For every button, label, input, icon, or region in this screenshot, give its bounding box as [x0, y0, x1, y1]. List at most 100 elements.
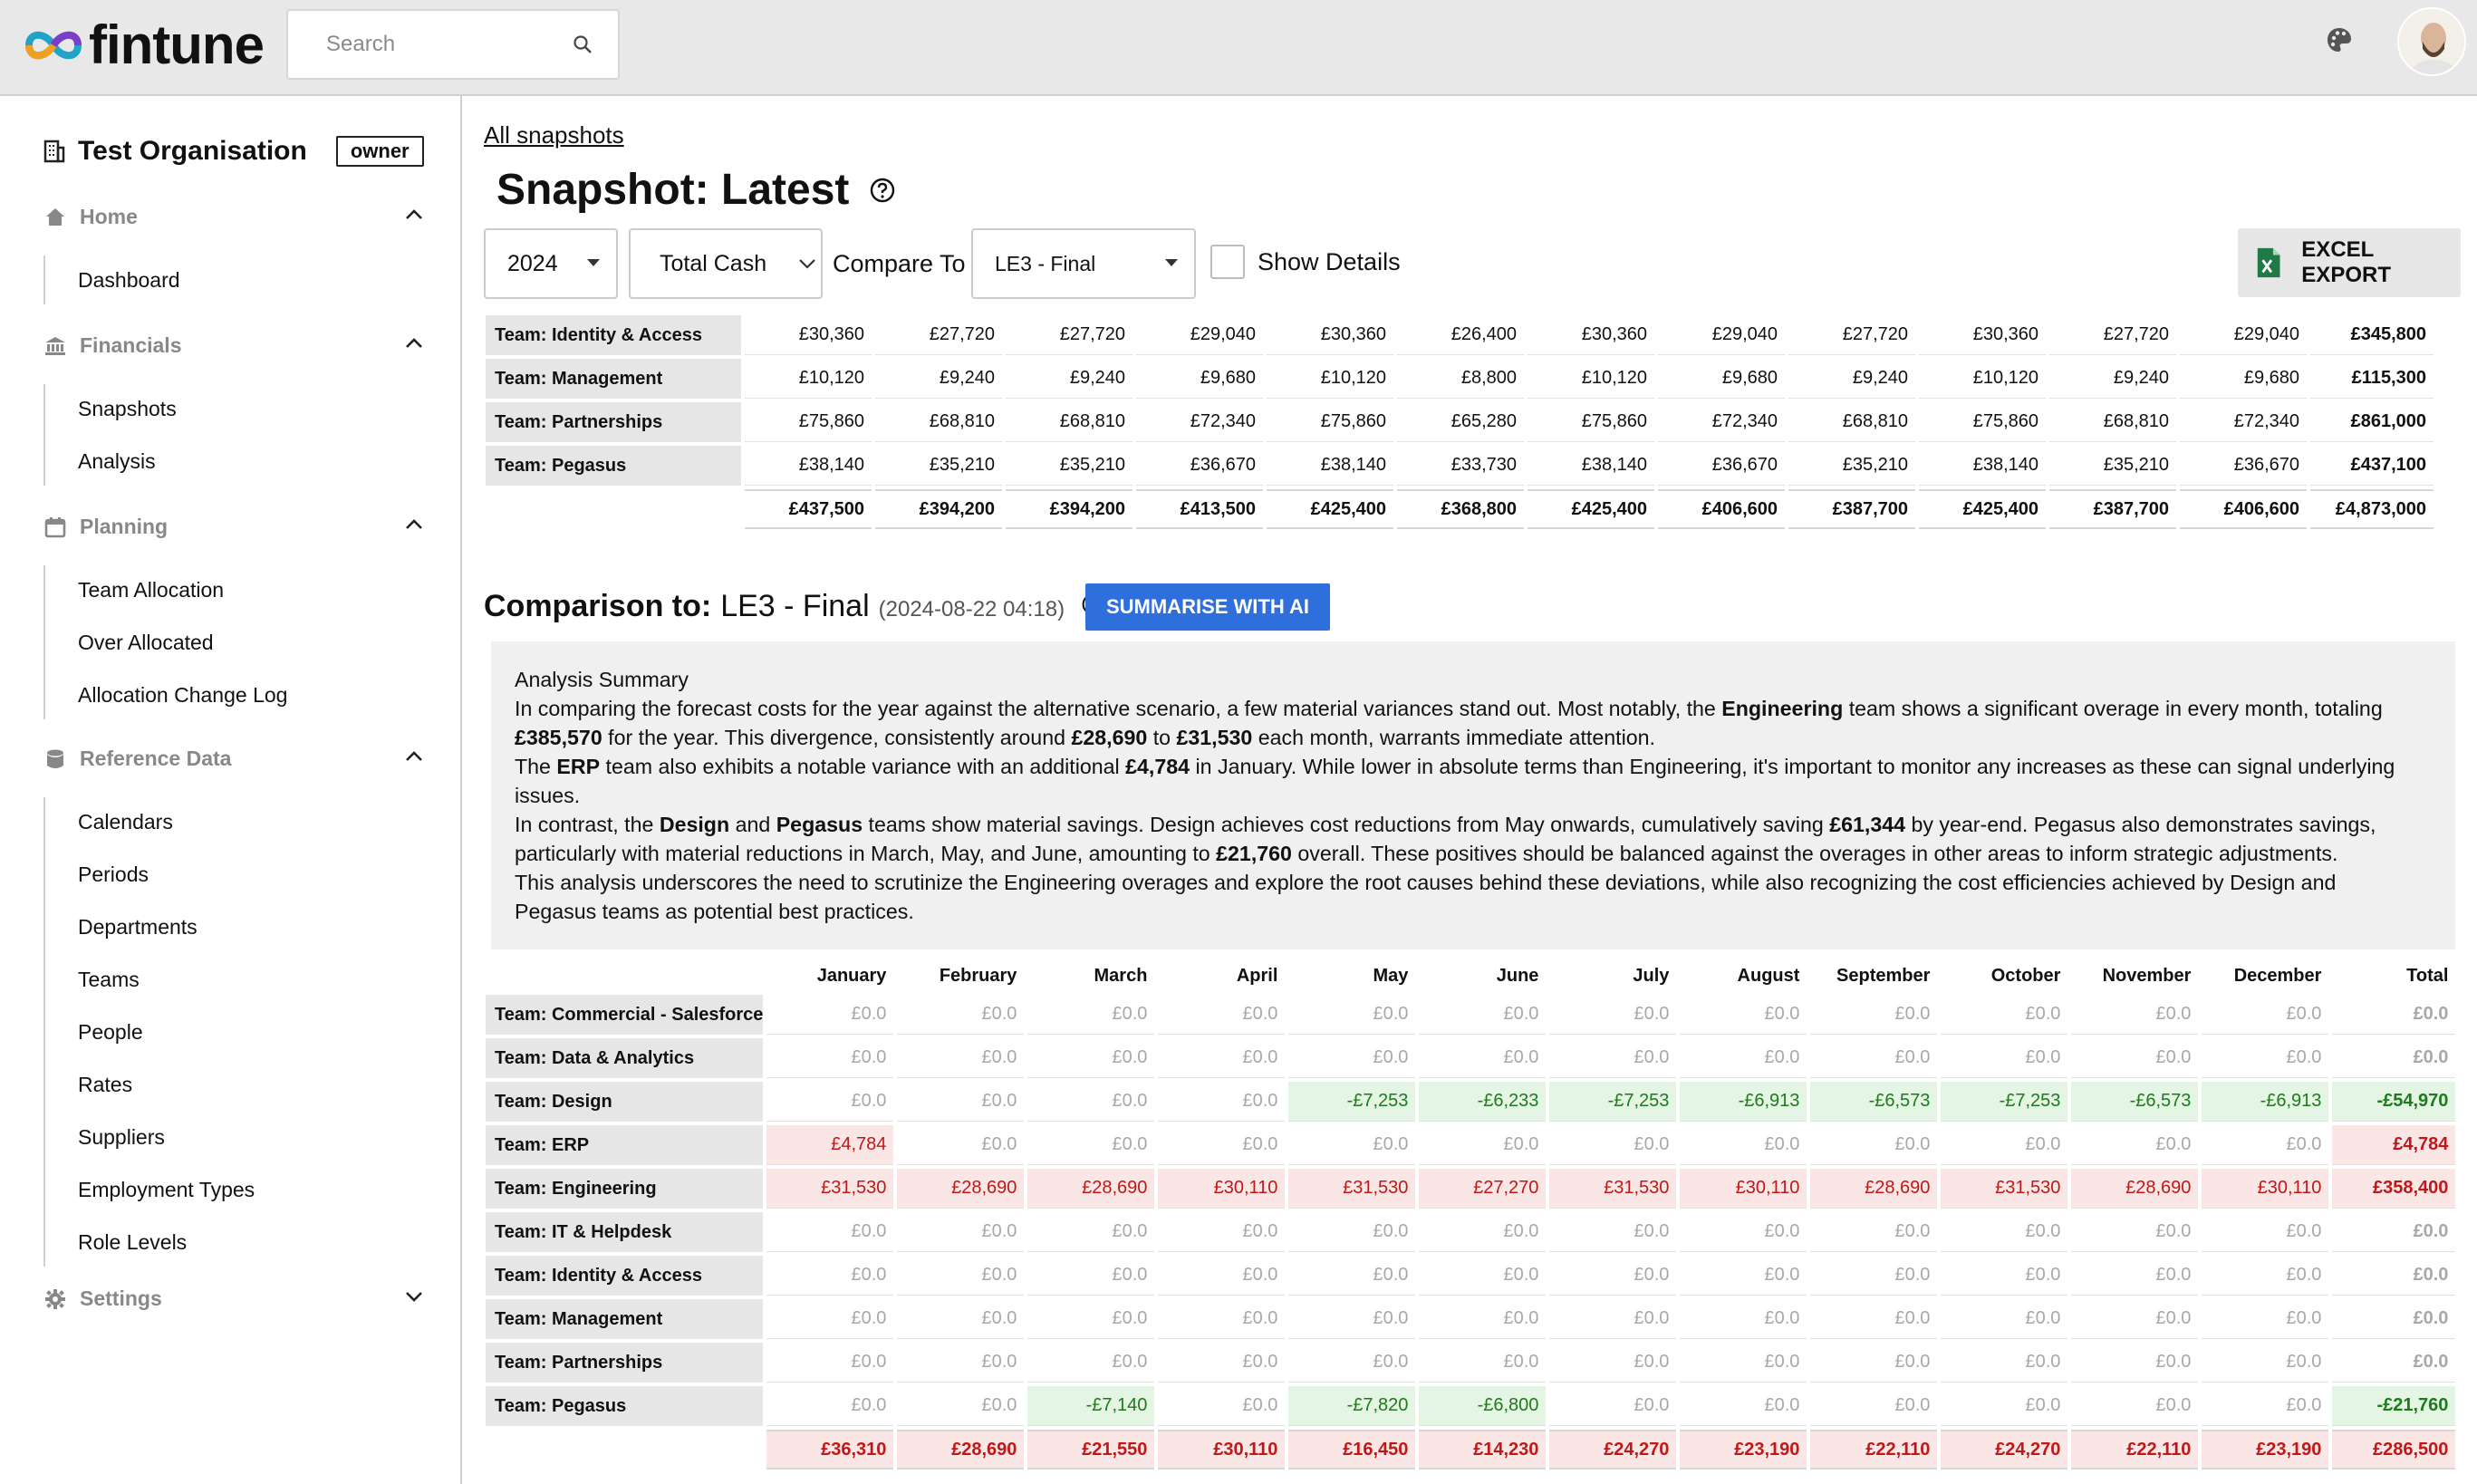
variance-cell: -£7,253 — [1288, 1082, 1416, 1122]
nav-indent-line — [43, 384, 45, 486]
variance-cell: £0.0 — [1027, 1343, 1155, 1383]
value-cell: £36,670 — [1658, 446, 1785, 486]
sidebar-item-team-allocation[interactable]: Team Allocation — [78, 578, 224, 602]
variance-cell: £0.0 — [1549, 1299, 1677, 1339]
variance-cell: £0.0 — [1549, 995, 1677, 1035]
search-input[interactable] — [326, 11, 562, 78]
chevron-up-icon[interactable] — [404, 337, 424, 350]
sidebar-item-allocation-change-log[interactable]: Allocation Change Log — [78, 683, 287, 708]
value-cell: £75,860 — [1267, 402, 1393, 442]
main-content: All snapshots Snapshot: Latest 2024 Tota… — [464, 96, 2477, 1484]
variance-cell: £0.0 — [766, 1386, 894, 1426]
table-row: Team: Commercial - Salesforce £0.0 £0.0 £0.… — [486, 995, 2456, 1035]
search-box[interactable] — [286, 9, 620, 80]
column-total-cell: £406,600 — [1658, 489, 1785, 529]
show-details-checkbox[interactable] — [1210, 245, 1245, 279]
sidebar-item-over-allocated[interactable]: Over Allocated — [78, 631, 214, 655]
value-cell: £36,670 — [1136, 446, 1263, 486]
comparison-date: (2024-08-22 04:18) — [878, 597, 1065, 622]
sidebar-item-rates[interactable]: Rates — [78, 1073, 132, 1097]
compare-to-select[interactable]: LE3 - Final — [971, 228, 1196, 299]
value-cell: £27,720 — [1788, 315, 1915, 355]
sidebar-section-settings[interactable]: Settings — [43, 1286, 424, 1311]
variance-cell: £0.0 — [766, 1299, 894, 1339]
variance-cell: £0.0 — [1549, 1386, 1677, 1426]
help-icon[interactable] — [869, 177, 896, 204]
column-total-cell: £425,400 — [1919, 489, 2046, 529]
month-header: April — [1236, 965, 1278, 986]
value-cell: £72,340 — [1658, 402, 1785, 442]
show-details-toggle[interactable]: Show Details — [1210, 245, 1401, 279]
sidebar-item-snapshots[interactable]: Snapshots — [78, 397, 177, 421]
year-select[interactable]: 2024 — [484, 228, 618, 299]
value-cell: £10,120 — [1267, 359, 1393, 399]
sidebar-item-calendars[interactable]: Calendars — [78, 810, 173, 834]
variance-cell: £0.0 — [1941, 1038, 2068, 1078]
value-cell: £75,860 — [745, 402, 872, 442]
metric-select[interactable]: Total Cash — [629, 228, 823, 299]
totals-row: £437,500 £394,200 £394,200 £413,500 £425,400… — [486, 489, 2434, 529]
sidebar-section-planning[interactable]: Planning — [43, 515, 424, 539]
summarise-with-ai-button[interactable]: SUMMARISE WITH AI — [1085, 583, 1330, 631]
variance-cell: £0.0 — [897, 1256, 1025, 1296]
chevron-up-icon[interactable] — [404, 518, 424, 531]
column-total-cell: £425,400 — [1528, 489, 1654, 529]
variance-cell: £0.0 — [1549, 1256, 1677, 1296]
organisation-name[interactable]: Test Organisation — [78, 136, 307, 167]
variance-cell: £0.0 — [1941, 1299, 2068, 1339]
value-cell: £29,040 — [2180, 315, 2307, 355]
sidebar-item-periods[interactable]: Periods — [78, 862, 149, 887]
sidebar-item-people[interactable]: People — [78, 1020, 143, 1045]
month-header: February — [939, 965, 1017, 986]
month-header: September — [1836, 965, 1931, 986]
column-total-cell: £28,690 — [897, 1430, 1025, 1470]
search-icon[interactable] — [573, 34, 593, 54]
avatar[interactable] — [2397, 7, 2466, 76]
variance-cell: £0.0 — [897, 1125, 1025, 1165]
chevron-down-icon — [799, 259, 815, 269]
variance-cell: £0.0 — [766, 1038, 894, 1078]
infinity-logo-icon — [24, 31, 82, 60]
gear-icon — [45, 1288, 65, 1309]
variance-cell: £0.0 — [1680, 1256, 1807, 1296]
sidebar-item-dashboard[interactable]: Dashboard — [78, 268, 180, 293]
column-total-cell: £437,500 — [745, 489, 872, 529]
variance-cell: £0.0 — [1419, 1212, 1547, 1252]
home-icon — [46, 207, 64, 226]
row-total-cell: £0.0 — [2332, 1038, 2456, 1078]
sidebar-section-financials[interactable]: Financials — [43, 333, 424, 358]
comparison-prefix: Comparison to: — [484, 589, 712, 623]
sidebar-item-analysis[interactable]: Analysis — [78, 449, 156, 474]
sidebar-item-suppliers[interactable]: Suppliers — [78, 1125, 165, 1150]
sidebar-item-role-levels[interactable]: Role Levels — [78, 1230, 187, 1255]
row-total-cell: £0.0 — [2332, 1212, 2456, 1252]
comparison-table: January February March April May June July Augu… — [482, 957, 2459, 1473]
team-name-cell: Team: Management — [486, 359, 741, 399]
sidebar-item-departments[interactable]: Departments — [78, 915, 198, 940]
palette-icon[interactable] — [2325, 25, 2354, 54]
sidebar-section-home[interactable]: Home — [43, 205, 424, 229]
fintune-logo[interactable]: fintune — [24, 13, 265, 78]
value-cell: £68,810 — [1006, 402, 1132, 442]
column-total-cell: £23,190 — [1680, 1430, 1807, 1470]
value-cell: £9,240 — [2049, 359, 2176, 399]
value-cell: £27,720 — [1006, 315, 1132, 355]
chevron-up-icon[interactable] — [404, 208, 424, 221]
variance-cell: £0.0 — [1027, 1256, 1155, 1296]
team-name-cell: Team: Partnerships — [486, 402, 741, 442]
sidebar-item-employment-types[interactable]: Employment Types — [78, 1178, 255, 1202]
chevron-up-icon[interactable] — [404, 750, 424, 763]
row-total-cell: £115,300 — [2310, 359, 2434, 399]
excel-export-button[interactable]: EXCEL EXPORT — [2238, 228, 2461, 297]
variance-cell: £0.0 — [1419, 1038, 1547, 1078]
table-row: Team: IT & Helpdesk £0.0 £0.0 £0.0 £0.0 £0.0 £… — [486, 1212, 2456, 1252]
summary-emphasis: £21,760 — [1216, 842, 1292, 865]
value-cell: £35,210 — [1788, 446, 1915, 486]
breadcrumb-all-snapshots[interactable]: All snapshots — [484, 121, 624, 149]
chevron-down-icon[interactable] — [404, 1290, 424, 1303]
building-icon — [43, 140, 65, 163]
sidebar-item-teams[interactable]: Teams — [78, 968, 140, 992]
team-name-cell: Team: Design — [486, 1082, 764, 1122]
sidebar-section-label: Reference Data — [80, 747, 232, 770]
sidebar-section-reference[interactable]: Reference Data — [43, 747, 424, 771]
